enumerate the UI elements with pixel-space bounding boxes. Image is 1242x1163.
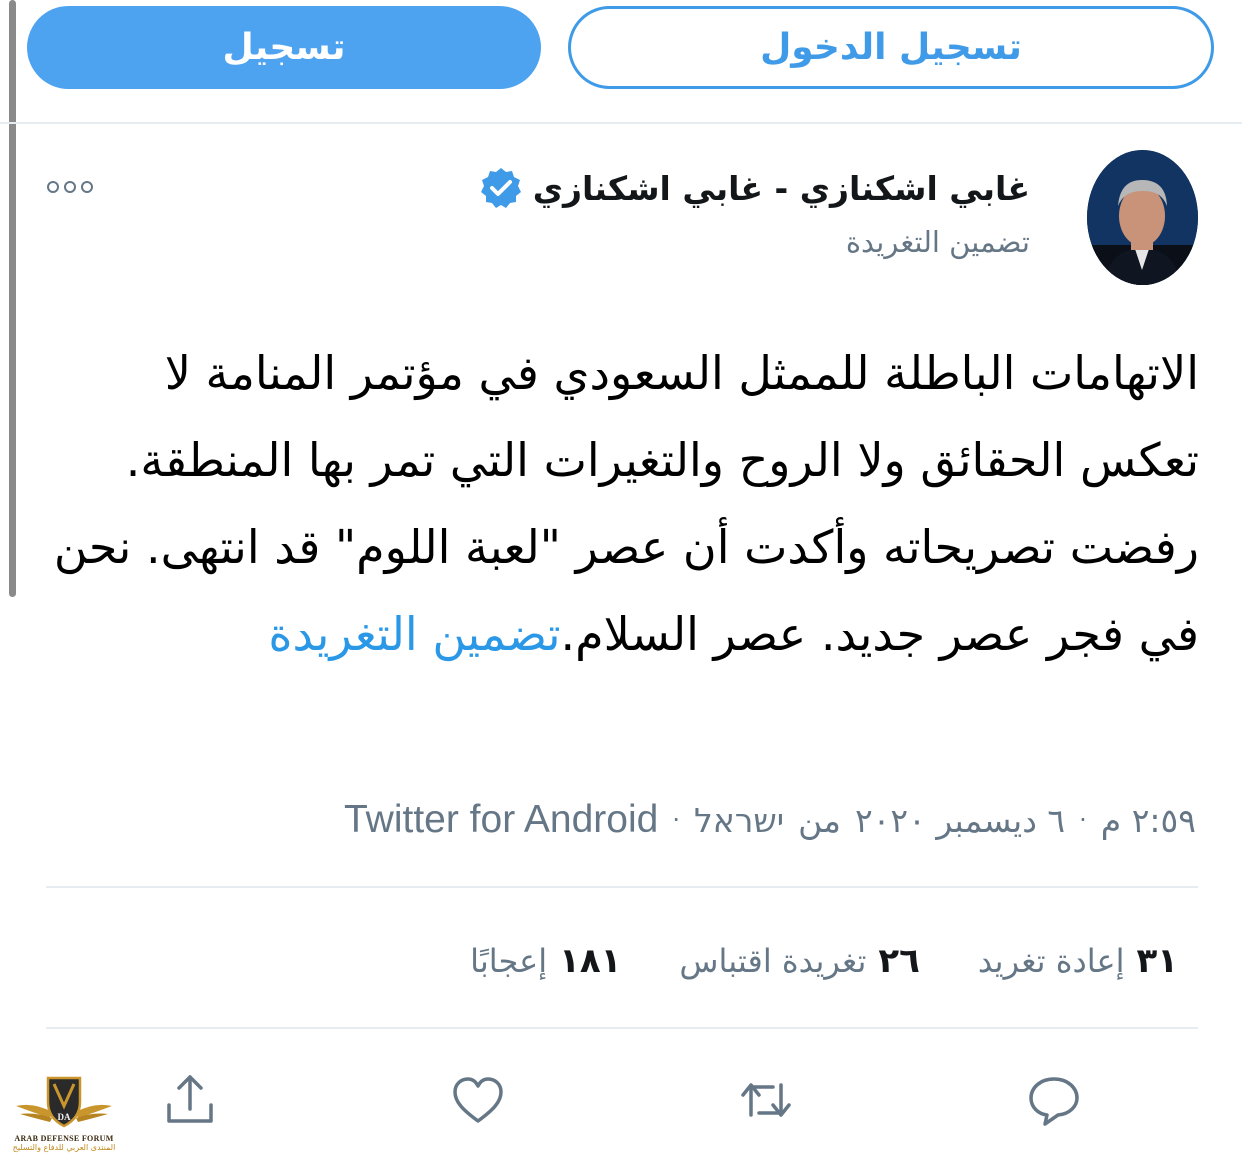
tweet-location[interactable]: ישראל (694, 801, 784, 840)
retweets-label: إعادة تغريد (977, 942, 1125, 980)
tweet-time[interactable]: ٢:٥٩ م (1101, 801, 1196, 840)
reply-button[interactable] (1024, 1070, 1084, 1130)
location-prefix: من (798, 800, 841, 840)
like-button[interactable] (448, 1070, 508, 1130)
login-button[interactable]: تسجيل الدخول (568, 6, 1214, 89)
forum-logo-icon: DA (16, 1076, 112, 1128)
heart-icon (453, 1077, 503, 1123)
separator-dot: · (672, 806, 680, 834)
verified-badge-icon (479, 166, 523, 210)
retweets-count: ٣١ (1136, 941, 1178, 981)
share-button[interactable] (160, 1070, 220, 1130)
tweet-stats: ٣١ إعادة تغريد ٢٦ تغريدة اقتباس ١٨١ إعجا… (470, 930, 1178, 992)
watermark-subtitle: المنتدى العربي للدفاع والتسليح (12, 1143, 116, 1152)
svg-text:DA: DA (58, 1112, 71, 1122)
quotes-label: تغريدة اقتباس (679, 942, 867, 980)
tweet-text: الاتهامات الباطلة للممثل السعودي في مؤتم… (44, 330, 1199, 678)
tweet-embed-link[interactable]: تضمين التغريدة (268, 607, 560, 661)
quotes-stat[interactable]: ٢٦ تغريدة اقتباس (679, 941, 919, 981)
tweet-meta: ٢:٥٩ م · ٦ ديسمبر ٢٠٢٠ من ישראל · Twitte… (344, 790, 1196, 850)
likes-label: إعجابًا (470, 942, 548, 980)
meta-divider (46, 886, 1198, 888)
watermark-title: ARAB DEFENSE FORUM (14, 1134, 114, 1143)
reply-icon (1029, 1077, 1079, 1126)
tweet-source[interactable]: Twitter for Android (344, 798, 658, 842)
retweet-button[interactable] (736, 1070, 796, 1130)
tweet-page: تسجيل تسجيل الدخول غابي اشكنازي - غابي ا… (0, 0, 1242, 1163)
embed-tweet-link[interactable]: تضمين التغريدة (846, 225, 1030, 259)
avatar[interactable] (1087, 150, 1198, 285)
header-divider (0, 122, 1242, 124)
likes-stat[interactable]: ١٨١ إعجابًا (470, 941, 621, 981)
retweet-icon (741, 1083, 791, 1117)
stats-divider (46, 1027, 1198, 1029)
user-photo (1087, 150, 1198, 285)
scrollbar[interactable] (9, 0, 16, 597)
ellipsis-icon[interactable] (47, 180, 95, 194)
separator-dot: · (1079, 806, 1087, 834)
quotes-count: ٢٦ (878, 941, 920, 981)
signup-button[interactable]: تسجيل (27, 6, 541, 89)
retweets-stat[interactable]: ٣١ إعادة تغريد (978, 941, 1178, 981)
likes-count: ١٨١ (559, 941, 622, 981)
author-display-name[interactable]: غابي اشكنازي - غابي اشكنازي (533, 169, 1030, 208)
watermark-logo: DA ARAB DEFENSE FORUM المنتدى العربي للد… (8, 1072, 120, 1162)
author-row: غابي اشكنازي - غابي اشكنازي (479, 160, 1030, 216)
share-icon (167, 1075, 213, 1123)
tweet-body: الاتهامات الباطلة للممثل السعودي في مؤتم… (53, 346, 1199, 661)
tweet-date[interactable]: ٦ ديسمبر ٢٠٢٠ (855, 801, 1065, 840)
